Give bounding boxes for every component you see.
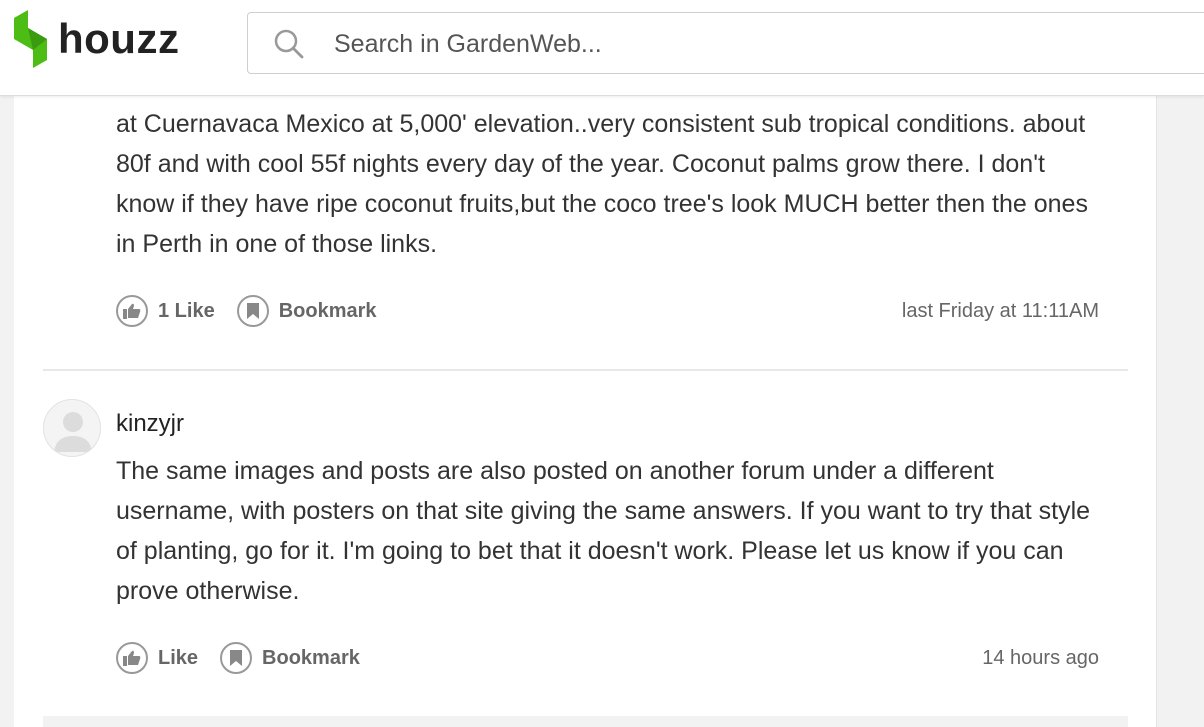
next-post-edge [43, 716, 1128, 727]
logo-text: houzz [58, 15, 180, 62]
post-divider [43, 369, 1128, 371]
houzz-logo-icon [14, 10, 47, 68]
search-input[interactable] [332, 23, 1136, 65]
post-body: at Cuernavaca Mexico at 5,000' elevation… [116, 110, 1088, 258]
bookmark-icon [220, 642, 253, 674]
user-avatar-icon[interactable] [43, 399, 101, 457]
post-body: The same images and posts are also poste… [116, 457, 1091, 605]
post-timestamp: 14 hours ago [982, 647, 1099, 669]
like-button[interactable]: Like [116, 642, 198, 674]
like-label: 1 Like [158, 299, 215, 322]
thumbs-up-icon [116, 295, 148, 327]
site-header: houzz [0, 0, 1204, 96]
houzz-logo[interactable]: houzz [14, 10, 179, 68]
bookmark-button[interactable]: Bookmark [236, 295, 377, 327]
post-timestamp: last Friday at 11:11AM [901, 300, 1099, 322]
post-actions: Like Bookmark [116, 639, 382, 677]
like-label: Like [158, 646, 199, 669]
bookmark-icon [236, 295, 269, 327]
thumbs-up-icon [116, 642, 148, 674]
bookmark-button[interactable]: Bookmark [220, 642, 360, 674]
like-button[interactable]: 1 Like [116, 295, 215, 327]
search-box[interactable] [247, 12, 1204, 74]
bookmark-label: Bookmark [262, 646, 360, 669]
post-actions: 1 Like Bookmark [116, 292, 399, 330]
bookmark-label: Bookmark [278, 299, 377, 322]
post-username[interactable]: kinzyjr [116, 410, 184, 438]
search-icon[interactable] [274, 29, 304, 64]
